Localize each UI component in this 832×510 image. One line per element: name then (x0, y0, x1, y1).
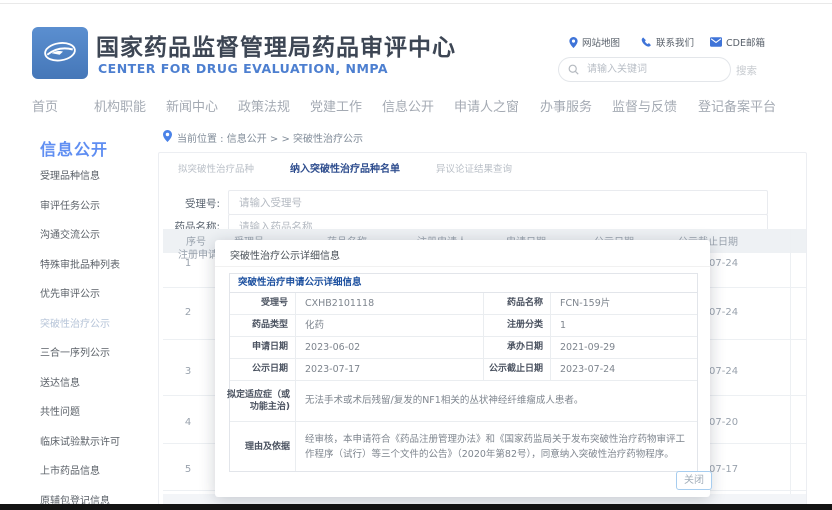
field-value: 1 (551, 315, 697, 336)
field-value: 化药 (296, 315, 484, 336)
field-value: 2021-09-29 (551, 337, 697, 358)
quick-link-sitemap[interactable]: 网站地图 (569, 35, 620, 49)
modal-detail-table: 突破性治疗申请公示详细信息 受理号 CXHB2101118 药品名称 FCN-1… (229, 273, 698, 472)
modal-section-title: 突破性治疗申请公示详细信息 (230, 274, 697, 293)
field-label: 理由及依据 (230, 422, 296, 471)
table-row-number: 2 (181, 307, 195, 318)
quick-link-label: 网站地图 (582, 35, 620, 49)
top-hairline (0, 3, 832, 4)
nav-item-party[interactable]: 党建工作 (310, 96, 362, 115)
table-row-number: 4 (181, 417, 195, 428)
acceptance-no-input[interactable] (228, 190, 768, 215)
tab-bar: 拟突破性治疗品种 纳入突破性治疗品种名单 异议论证结果查询 (178, 160, 512, 175)
window-bottom-edge (0, 504, 832, 510)
nav-item-info-disclosure[interactable]: 信息公开 (382, 96, 434, 115)
breadcrumb: 当前位置 : 信息公开 > > 突破性治疗公示 (163, 130, 363, 145)
table-row-number: 1 (181, 258, 195, 269)
sidebar-item-accepted-varieties[interactable]: 受理品种信息 (40, 167, 165, 197)
tab-included-breakthrough-list[interactable]: 纳入突破性治疗品种名单 (290, 160, 400, 175)
modal-row-indication: 拟定适应症（或 功能主治) 无法手术或术后残留/复发的NF1相关的丛状神经纤维瘤… (230, 381, 697, 422)
field-label: 注册分类 (484, 315, 551, 336)
map-pin-icon (569, 37, 578, 48)
table-row-number: 3 (181, 366, 195, 377)
field-value: 2023-06-02 (296, 337, 484, 358)
breadcrumb-pin-icon (163, 130, 172, 145)
sidebar-item-three-in-one[interactable]: 三合一序列公示 (40, 344, 165, 374)
modal-row: 受理号 CXHB2101118 药品名称 FCN-159片 (230, 293, 697, 315)
quick-link-label: 联系我们 (656, 35, 694, 49)
nav-item-policies[interactable]: 政策法规 (238, 96, 290, 115)
sidebar-item-special-approval[interactable]: 特殊审批品种列表 (40, 256, 165, 286)
phone-icon (641, 37, 652, 48)
quick-link-contact[interactable]: 联系我们 (641, 35, 694, 49)
acceptance-no-label: 受理号: (158, 196, 220, 211)
field-label: 受理号 (230, 293, 296, 314)
nav-item-applicant-window[interactable]: 申请人之窗 (454, 96, 519, 115)
sidebar-item-review-tasks[interactable]: 审评任务公示 (40, 197, 165, 227)
site-title: 国家药品监督管理局药品审评中心 (96, 28, 456, 62)
modal-title-divider (215, 266, 710, 267)
field-label: 药品类型 (230, 315, 296, 336)
close-button[interactable]: 关闭 (676, 471, 712, 490)
field-value: 无法手术或术后残留/复发的NF1相关的丛状神经纤维瘤成人患者。 (296, 381, 697, 421)
quick-link-mail[interactable]: CDE邮箱 (710, 35, 765, 49)
modal-row: 药品类型 化药 注册分类 1 (230, 315, 697, 337)
field-value: FCN-159片 (551, 293, 697, 314)
header-search[interactable] (558, 57, 731, 82)
field-label: 公示截止日期 (484, 359, 551, 380)
field-value: 2023-07-24 (551, 359, 697, 380)
table-row-number: 5 (181, 464, 195, 475)
field-value: 经审核，本申请符合《药品注册管理办法》和《国家药监局关于发布突破性治疗药物审评工… (296, 422, 697, 471)
nav-item-home[interactable]: 首页 (32, 96, 58, 115)
page: 国家药品监督管理局药品审评中心 CENTER FOR DRUG EVALUATI… (0, 0, 832, 510)
nav-item-registration-platform[interactable]: 登记备案平台 (698, 96, 776, 115)
search-button[interactable]: 搜索 (736, 63, 757, 78)
mail-icon (710, 37, 722, 47)
tab-objection-results[interactable]: 异议论证结果查询 (436, 161, 512, 175)
breadcrumb-text[interactable]: 当前位置 : 信息公开 > > 突破性治疗公示 (177, 130, 363, 145)
nav-item-services[interactable]: 办事服务 (540, 96, 592, 115)
sidebar-item-delivery-info[interactable]: 送达信息 (40, 374, 165, 404)
sidebar-item-priority-review[interactable]: 优先审评公示 (40, 285, 165, 315)
sidebar-menu: 受理品种信息 审评任务公示 沟通交流公示 特殊审批品种列表 优先审评公示 突破性… (40, 167, 165, 510)
nav-item-supervision[interactable]: 监督与反馈 (612, 96, 677, 115)
modal-title: 突破性治疗公示详细信息 (230, 247, 340, 262)
quick-link-label: CDE邮箱 (726, 35, 765, 49)
site-logo[interactable] (32, 27, 88, 79)
modal-row-justification: 理由及依据 经审核，本申请符合《药品注册管理办法》和《国家药监局关于发布突破性治… (230, 422, 697, 471)
sidebar-title: 信息公开 (40, 136, 108, 160)
field-label: 申请日期 (230, 337, 296, 358)
sidebar-item-common-issues[interactable]: 共性问题 (40, 403, 165, 433)
nav-item-functions[interactable]: 机构职能 (94, 96, 146, 115)
sidebar-item-marketed-drugs[interactable]: 上市药品信息 (40, 462, 165, 492)
field-label: 公示日期 (230, 359, 296, 380)
sidebar-item-breakthrough-therapy[interactable]: 突破性治疗公示 (40, 315, 165, 345)
field-label: 拟定适应症（或 功能主治) (230, 381, 296, 421)
nav-item-news[interactable]: 新闻中心 (166, 96, 218, 115)
modal-row: 公示日期 2023-07-17 公示截止日期 2023-07-24 (230, 359, 697, 381)
field-value: CXHB2101118 (296, 293, 484, 314)
search-icon (568, 60, 579, 79)
sidebar-item-communication[interactable]: 沟通交流公示 (40, 226, 165, 256)
swan-logo-icon (40, 33, 80, 73)
sidebar-item-clinical-trial-license[interactable]: 临床试验默示许可 (40, 433, 165, 463)
table-column-divider (790, 229, 791, 504)
detail-modal: 突破性治疗公示详细信息 突破性治疗申请公示详细信息 受理号 CXHB210111… (215, 240, 710, 497)
field-label: 药品名称 (484, 293, 551, 314)
modal-row: 申请日期 2023-06-02 承办日期 2021-09-29 (230, 337, 697, 359)
search-input[interactable] (585, 63, 709, 76)
field-label: 承办日期 (484, 337, 551, 358)
field-value: 2023-07-17 (296, 359, 484, 380)
tab-proposed-breakthrough[interactable]: 拟突破性治疗品种 (178, 161, 254, 175)
site-subtitle: CENTER FOR DRUG EVALUATION, NMPA (98, 61, 388, 76)
